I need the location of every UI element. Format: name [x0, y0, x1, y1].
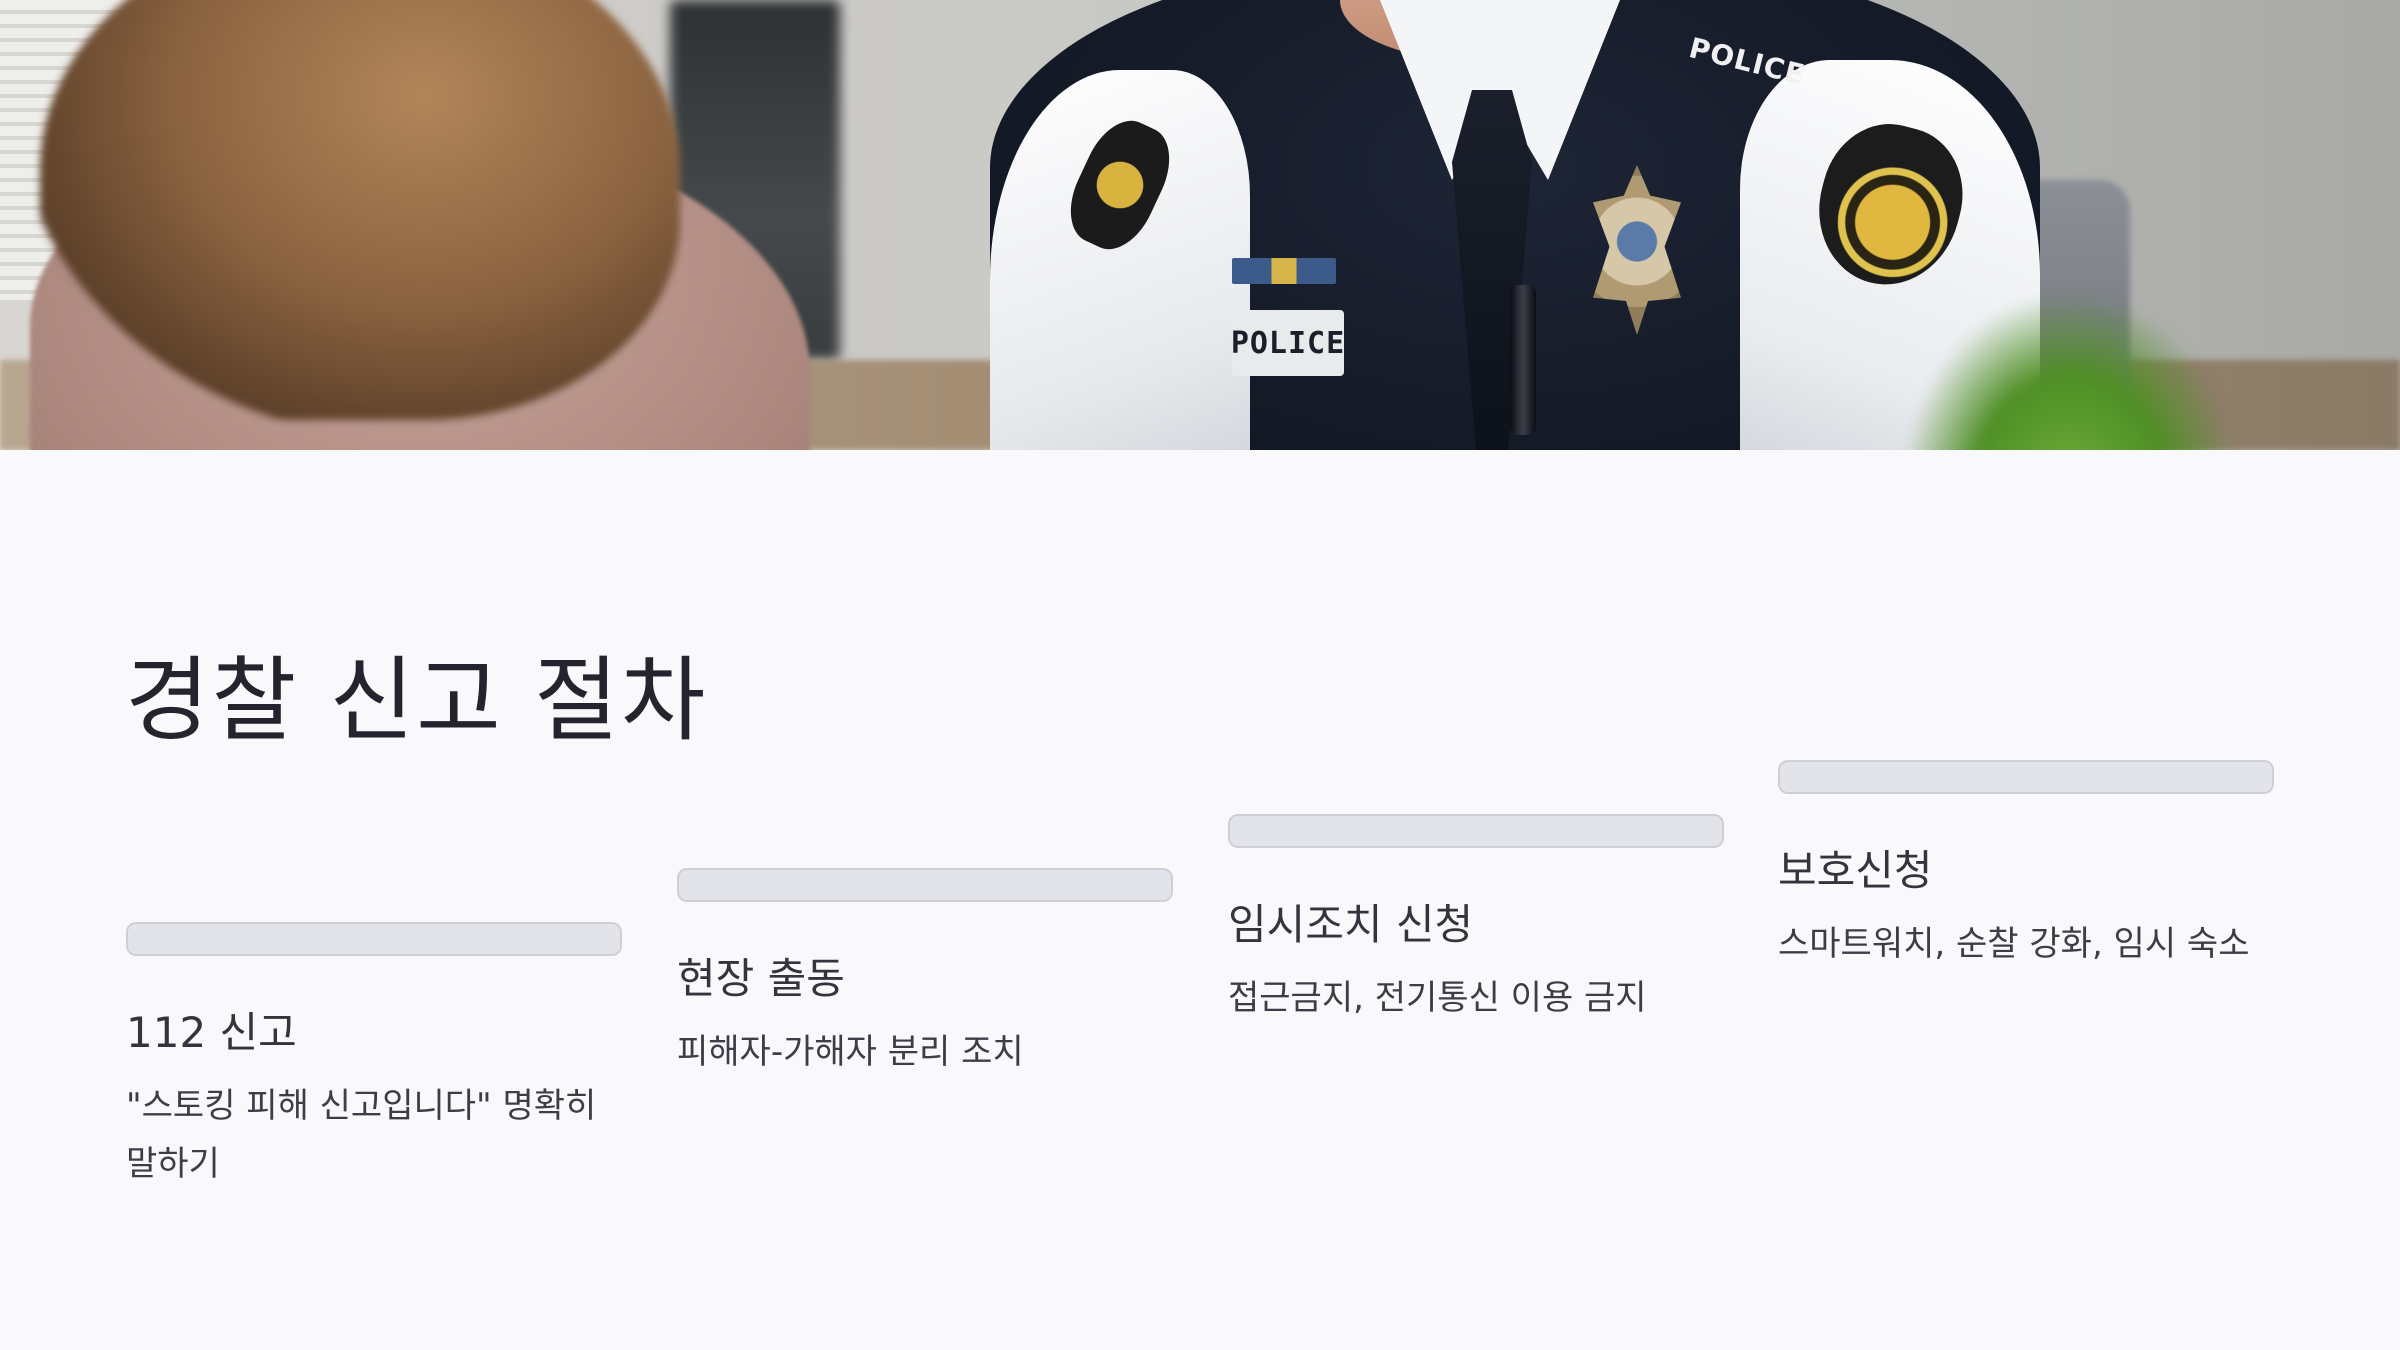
step-1-heading: 112 신고 — [126, 1008, 297, 1057]
step-2: 현장 출동 피해자-가해자 분리 조치 — [677, 868, 1173, 1082]
pen — [1510, 285, 1536, 435]
step-3-heading: 임시조치 신청 — [1228, 900, 1474, 949]
step-4: 보호신청 스마트워치, 순찰 강화, 임시 숙소 — [1778, 760, 2274, 974]
step-4-bar — [1778, 760, 2274, 794]
step-2-heading: 현장 출동 — [677, 954, 845, 1003]
step-3-description: 접근금지, 전기통신 이용 금지 — [1228, 978, 1647, 1019]
step-1: 112 신고 "스토킹 피해 신고입니다" 명확히 말하기 — [126, 922, 622, 1194]
police-nameplate: POLICE — [1231, 310, 1344, 376]
step-4-description: 스마트워치, 순찰 강화, 임시 숙소 — [1778, 924, 2250, 965]
step-3: 임시조치 신청 접근금지, 전기통신 이용 금지 — [1228, 814, 1724, 1028]
step-2-bar — [677, 868, 1173, 902]
rank-bar — [1232, 258, 1336, 284]
step-3-bar — [1228, 814, 1724, 848]
step-1-bar — [126, 922, 622, 956]
plant — [1900, 290, 2240, 450]
slide: POLICE POLICE 경찰 신고 절차 112 신고 "스토킹 피해 신고… — [0, 0, 2400, 1350]
step-1-description: "스토킹 피해 신고입니다" 명확히 말하기 — [126, 1086, 597, 1185]
woman-hair — [40, 0, 680, 420]
hero-photo: POLICE POLICE — [0, 0, 2400, 450]
page-title: 경찰 신고 절차 — [125, 646, 708, 754]
step-2-description: 피해자-가해자 분리 조치 — [677, 1032, 1024, 1073]
step-4-heading: 보호신청 — [1778, 846, 1933, 895]
